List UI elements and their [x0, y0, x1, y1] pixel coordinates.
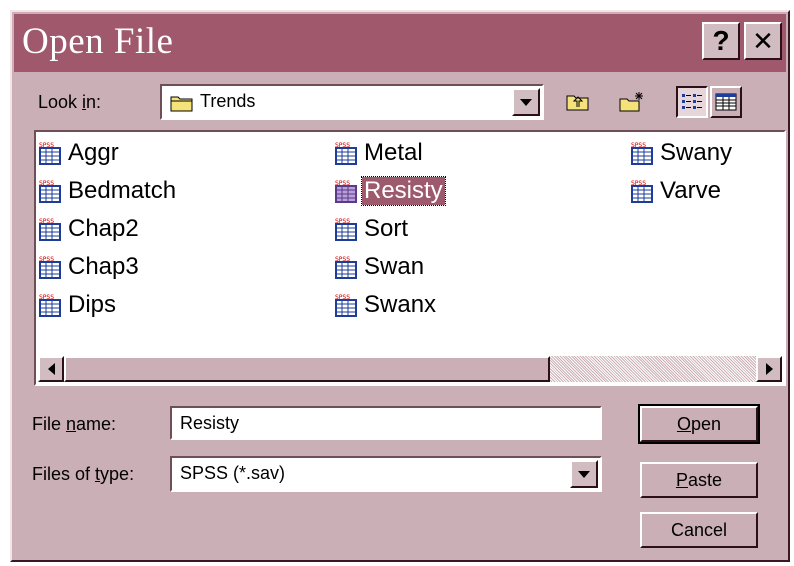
spss-data-file-icon: SPSS [38, 179, 64, 203]
spss-data-file-icon: SPSS [630, 141, 656, 165]
file-item-chap2[interactable]: SPSS Chap2 [38, 212, 141, 246]
up-folder-icon [566, 95, 589, 111]
file-item-resisty[interactable]: SPSS Resisty [334, 174, 446, 208]
create-new-folder-button[interactable] [616, 86, 648, 118]
close-button[interactable]: ✕ [744, 22, 782, 60]
file-item-aggr[interactable]: SPSS Aggr [38, 136, 121, 170]
spss-data-file-icon: SPSS [38, 293, 64, 317]
look-in-label: Look in: [38, 92, 102, 112]
spss-data-file-icon: SPSS [38, 217, 64, 241]
file-item-swan[interactable]: SPSS Swan [334, 250, 426, 284]
arrow-right-icon [765, 363, 773, 375]
open-file-dialog: Open File ? ✕ Look in: Trends SPSS Aggr … [10, 10, 790, 562]
dialog-title: Open File [22, 21, 174, 62]
file-item-bedmatch[interactable]: SPSS Bedmatch [38, 174, 178, 208]
title-bar[interactable]: Open File ? ✕ [14, 14, 786, 72]
horizontal-scrollbar[interactable] [38, 356, 782, 382]
open-button[interactable]: Open [638, 404, 760, 444]
file-name-input[interactable]: Resisty [170, 406, 602, 440]
look-in-dropdown-button[interactable] [512, 88, 540, 116]
file-type-label: Files of type: [32, 464, 135, 484]
file-type-dropdown[interactable]: SPSS (*.sav) [170, 456, 602, 492]
file-item-dips[interactable]: SPSS Dips [38, 288, 118, 322]
help-button[interactable]: ? [702, 22, 740, 60]
spss-data-file-icon: SPSS [334, 293, 360, 317]
folder-icon [170, 94, 194, 117]
file-item-swanx[interactable]: SPSS Swanx [334, 288, 438, 322]
up-one-level-button[interactable] [562, 86, 594, 118]
paste-button[interactable]: Paste [640, 462, 758, 498]
close-icon: ✕ [752, 25, 774, 56]
spss-data-file-icon: SPSS [334, 141, 360, 165]
file-item-sort[interactable]: SPSS Sort [334, 212, 410, 246]
look-in-value: Trends [200, 91, 256, 111]
file-name-value: Resisty [180, 413, 240, 433]
file-item-metal[interactable]: SPSS Metal [334, 136, 425, 170]
help-icon: ? [712, 25, 730, 56]
scroll-left-button[interactable] [38, 356, 64, 382]
file-item-chap3[interactable]: SPSS Chap3 [38, 250, 141, 284]
chevron-down-icon [578, 470, 590, 478]
scroll-right-button[interactable] [756, 356, 782, 382]
spss-data-file-icon: SPSS [334, 255, 360, 279]
cancel-button[interactable]: Cancel [640, 512, 758, 548]
file-name-label: File name: [32, 414, 117, 434]
spss-data-file-icon: SPSS [630, 179, 656, 203]
details-view-icon [715, 93, 737, 111]
scrollbar-thumb[interactable] [64, 356, 550, 382]
details-view-button[interactable] [710, 86, 742, 118]
file-type-dropdown-button[interactable] [570, 460, 598, 488]
spss-data-file-icon: SPSS [334, 179, 360, 203]
list-view-icon [682, 94, 702, 109]
file-item-swany[interactable]: SPSS Swany [630, 136, 734, 170]
new-folder-icon [619, 92, 643, 112]
spss-data-file-icon: SPSS [334, 217, 360, 241]
file-item-varve[interactable]: SPSS Varve [630, 174, 723, 208]
arrow-left-icon [47, 363, 55, 375]
look-in-dropdown[interactable]: Trends [160, 84, 544, 120]
file-type-value: SPSS (*.sav) [180, 463, 286, 483]
spss-data-file-icon: SPSS [38, 255, 64, 279]
spss-data-file-icon: SPSS [38, 141, 64, 165]
list-view-button[interactable] [676, 86, 708, 118]
chevron-down-icon [520, 98, 532, 106]
file-list[interactable]: SPSS Aggr SPSS Bedmatch SPSS Chap2 SPSS … [34, 130, 786, 386]
